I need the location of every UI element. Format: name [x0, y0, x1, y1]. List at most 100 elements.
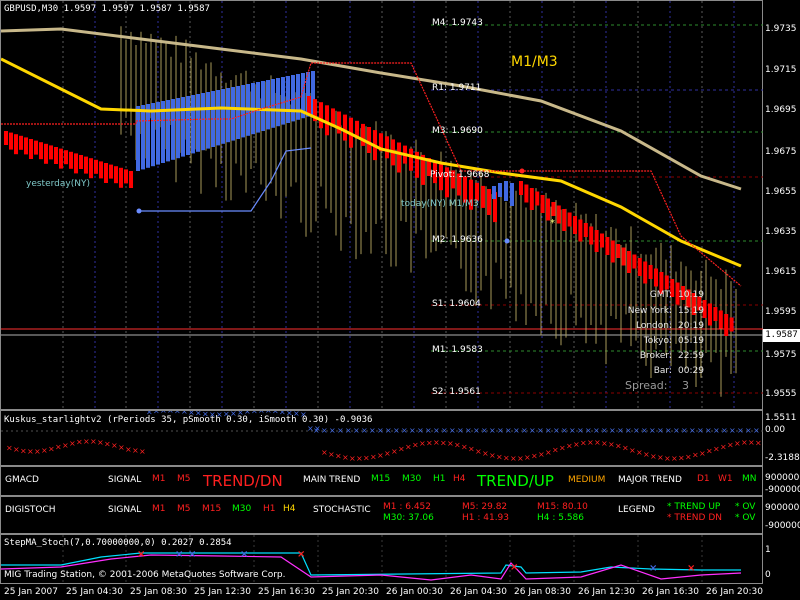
kuskus-mark: ×	[615, 442, 622, 451]
heiken-bar	[397, 142, 401, 173]
kuskus-mark: ×	[433, 438, 440, 447]
kuskus-mark: ×	[385, 426, 392, 435]
heiken-bar	[729, 317, 734, 332]
price-axis-label: 1.9575	[765, 350, 797, 360]
digistoch-stoch-m30: M30: 37.06	[383, 513, 434, 523]
heiken-bar	[271, 79, 275, 128]
heiken-bar	[241, 85, 245, 138]
level-m2: M2: 1.9636	[432, 235, 483, 245]
price-axis[interactable]	[763, 0, 800, 410]
heiken-bar	[487, 189, 491, 215]
clock-label-london: London:	[635, 321, 672, 331]
kuskus-mark: ×	[721, 426, 728, 435]
kuskus-mark: ×	[622, 444, 629, 453]
heiken-bar	[124, 169, 128, 184]
gmacd-axis-bottom: -9000000	[765, 485, 800, 495]
digistoch-h1: H1	[263, 504, 276, 514]
kuskus-mark: ×	[13, 445, 20, 454]
cross-marker: ×	[649, 563, 657, 574]
kuskus-mark: ×	[685, 452, 692, 461]
kuskus-mark: ×	[633, 426, 640, 435]
kuskus-mark: ×	[609, 426, 616, 435]
kuskus-mark: ×	[369, 426, 376, 435]
kuskus-mark: ×	[553, 426, 560, 435]
kuskus-mark: ×	[468, 445, 475, 454]
time-axis-label: 25 Jan 12:30	[194, 587, 251, 597]
digistoch-stochastic-label: STOCHASTIC	[313, 505, 371, 515]
kuskus-mark: ×	[489, 426, 496, 435]
kuskus-mark: ×	[569, 426, 576, 435]
kuskus-mark: ×	[342, 453, 349, 462]
heiken-bar	[89, 158, 93, 179]
clock-value-gmt: 10:19	[678, 290, 704, 300]
kuskus-mark: ×	[328, 450, 335, 459]
kuskus-mark: ×	[337, 426, 344, 435]
digistoch-pane[interactable]	[0, 496, 763, 534]
heiken-bar	[627, 251, 631, 273]
kuskus-mark: ×	[559, 443, 566, 452]
heiken-bar	[196, 94, 200, 152]
heiken-bar	[307, 96, 311, 114]
heiken-bar	[724, 314, 729, 336]
heiken-bar	[535, 191, 540, 206]
kuskus-mark: ×	[577, 426, 584, 435]
digistoch-legend-trend-up: * TREND UP	[667, 502, 721, 512]
time-axis-label: 25 Jan 08:30	[130, 587, 187, 597]
kuskus-mark: ×	[398, 445, 405, 454]
heiken-bar	[146, 104, 150, 168]
kuskus-mark: ×	[585, 426, 592, 435]
kuskus-mark: ×	[104, 439, 111, 448]
kuskus-mark: ×	[118, 443, 125, 452]
spread-value: 3	[682, 379, 689, 392]
gmacd-signal-label: SIGNAL	[108, 475, 142, 485]
cross-marker: ×	[510, 562, 518, 573]
kuskus-mark: ×	[34, 447, 41, 456]
heiken-bar	[44, 143, 48, 164]
digistoch-m30: M30	[232, 504, 252, 514]
cross-marker: ×	[188, 549, 196, 560]
kuskus-mark: ×	[412, 441, 419, 450]
heiken-bar	[643, 261, 648, 284]
gmacd-h1: H1	[433, 474, 446, 484]
heiken-bar	[201, 93, 205, 151]
price-axis-label: 1.9695	[765, 105, 797, 115]
time-axis[interactable]: 25 Jan 2007 25 Jan 04:30 25 Jan 08:30 25 Ja…	[0, 584, 800, 600]
kuskus-mark: ×	[664, 454, 671, 463]
heiken-bar	[94, 159, 98, 174]
time-axis-label: 26 Jan 08:30	[514, 587, 571, 597]
spread-label: Spread:	[625, 379, 668, 392]
kuskus-mark: ×	[503, 454, 510, 463]
kuskus-mark: ×	[481, 426, 488, 435]
heiken-bar	[119, 167, 123, 188]
cross-marker: ×	[137, 549, 145, 560]
level-s1: S1: 1.9604	[432, 299, 481, 309]
heiken-bar	[361, 123, 365, 146]
digistoch-stoch-h1: H1 : 41.93	[462, 513, 510, 523]
kuskus-mark: ×	[713, 444, 720, 453]
kuskus-mark: ×	[643, 450, 650, 459]
kuskus-mark: ×	[454, 441, 461, 450]
level-r1: R1: 1.9711	[432, 83, 482, 93]
kuskus-mark: ×	[753, 426, 760, 435]
heiken-bar	[191, 95, 195, 154]
digistoch-m15: M15	[202, 504, 222, 514]
heiken-bar	[540, 195, 545, 213]
heiken-bar	[319, 102, 323, 129]
gmacd-axis-top: 9000000	[765, 473, 800, 483]
kuskus-mark: ×	[48, 445, 55, 454]
price-axis-label: 1.9555	[765, 389, 797, 399]
kuskus-mark: ×	[440, 438, 447, 447]
heiken-bar	[281, 77, 285, 125]
gmacd-m1: M1	[152, 474, 166, 484]
kuskus-mark: ×	[625, 426, 632, 435]
kuskus-mark: ×	[353, 426, 360, 435]
kuskus-mark: ×	[55, 443, 62, 452]
level-s2: S2: 1.9561	[432, 387, 481, 397]
kuskus-mark: ×	[727, 440, 734, 449]
kuskus-mark: ×	[313, 426, 320, 435]
gmacd-name: GMACD	[5, 475, 39, 485]
kuskus-mark: ×	[649, 426, 656, 435]
heiken-bar	[573, 216, 577, 234]
kuskus-mark: ×	[497, 426, 504, 435]
kuskus-mark: ×	[393, 426, 400, 435]
